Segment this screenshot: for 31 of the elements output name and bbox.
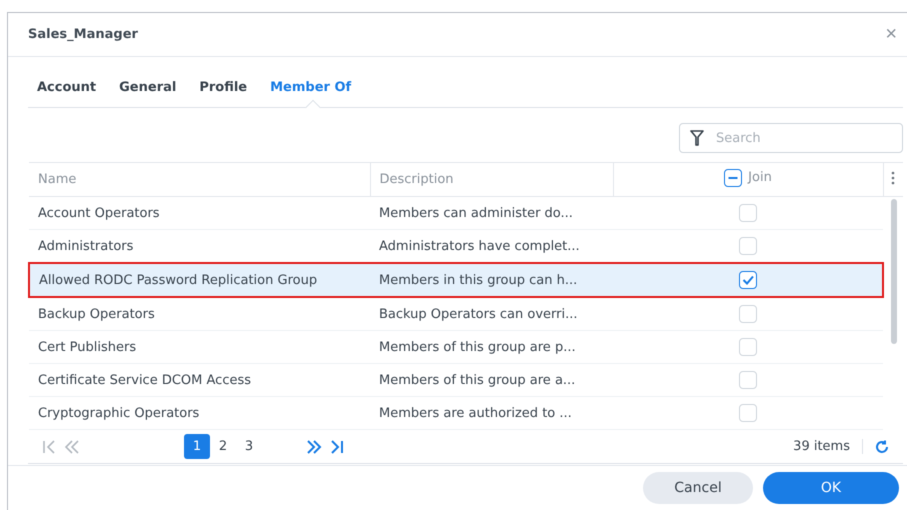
table-cell: Backup Operators: [29, 297, 370, 330]
search-field[interactable]: Search: [679, 123, 903, 153]
item-count: 39 items: [793, 439, 863, 454]
window-title: Sales_Manager: [28, 27, 138, 42]
column-header: Join: [748, 170, 772, 185]
table-cell: Members of this group are p...: [370, 330, 613, 364]
table-cell: Allowed RODC Password Replication Group: [29, 263, 370, 297]
table-cell: Members can administer do...: [370, 196, 613, 230]
table-cell: Cert Publishers: [29, 330, 370, 364]
table-cell: Cryptographic Operators: [29, 396, 370, 430]
checkbox[interactable]: [724, 168, 742, 186]
table-cell: Members are authorized to ...: [370, 396, 613, 430]
tab[interactable]: General: [110, 80, 190, 107]
tab[interactable]: Account: [28, 80, 110, 107]
table-cell: Members of this group are a...: [370, 364, 613, 396]
page-button[interactable]: 3: [236, 434, 262, 459]
table-cell: Account Operators: [29, 196, 370, 230]
column-header: Name: [29, 162, 370, 196]
table-cell: Certificate Service DCOM Access: [29, 364, 370, 396]
more-icon[interactable]: [891, 170, 896, 184]
tab[interactable]: Member Of: [261, 80, 366, 107]
table-cell: Backup Operators can overri...: [370, 297, 613, 330]
cancel-button[interactable]: Cancel: [643, 472, 753, 504]
page-button[interactable]: 2: [210, 434, 236, 459]
tab[interactable]: Profile: [190, 80, 262, 107]
checkbox[interactable]: [738, 271, 756, 289]
ok-button[interactable]: OK: [763, 472, 899, 504]
scrollbar-thumb[interactable]: [890, 199, 896, 344]
column-header: Description: [370, 162, 613, 196]
page-button[interactable]: 1: [184, 434, 210, 459]
table-cell: Members in this group can h...: [370, 263, 613, 297]
